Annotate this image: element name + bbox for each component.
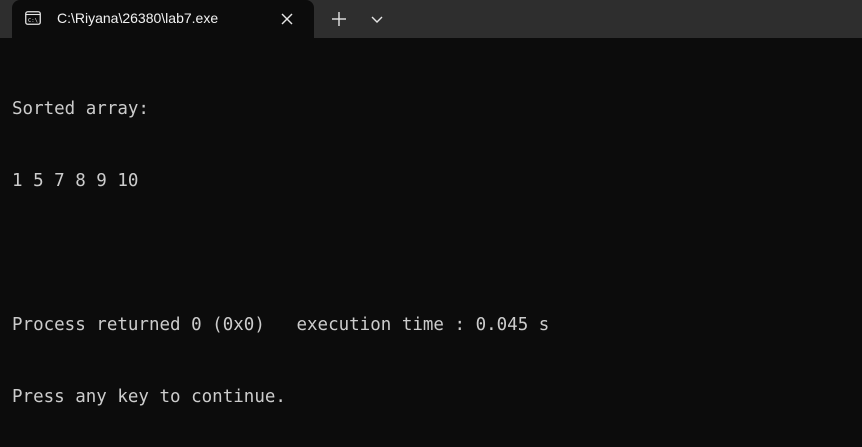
terminal-icon: C:\ xyxy=(25,11,41,25)
svg-text:C:\: C:\ xyxy=(28,18,38,24)
close-icon[interactable] xyxy=(277,9,297,29)
terminal-tab[interactable]: C:\ C:\Riyana\26380\lab7.exe xyxy=(12,0,314,38)
title-bar: C:\ C:\Riyana\26380\lab7.exe xyxy=(0,0,862,38)
terminal-window: C:\ C:\Riyana\26380\lab7.exe Sorted arra… xyxy=(0,0,862,447)
console-line: 1 5 7 8 9 10 xyxy=(12,171,139,191)
chevron-down-icon[interactable] xyxy=(366,8,388,30)
console-output[interactable]: Sorted array: 1 5 7 8 9 10 Process retur… xyxy=(12,49,862,447)
plus-icon[interactable] xyxy=(328,8,350,30)
console-line: Sorted array: xyxy=(12,99,149,119)
console-line: Press any key to continue. xyxy=(12,387,286,407)
tab-title: C:\Riyana\26380\lab7.exe xyxy=(57,10,219,26)
console-line: Process returned 0 (0x0) execution time … xyxy=(12,315,550,335)
